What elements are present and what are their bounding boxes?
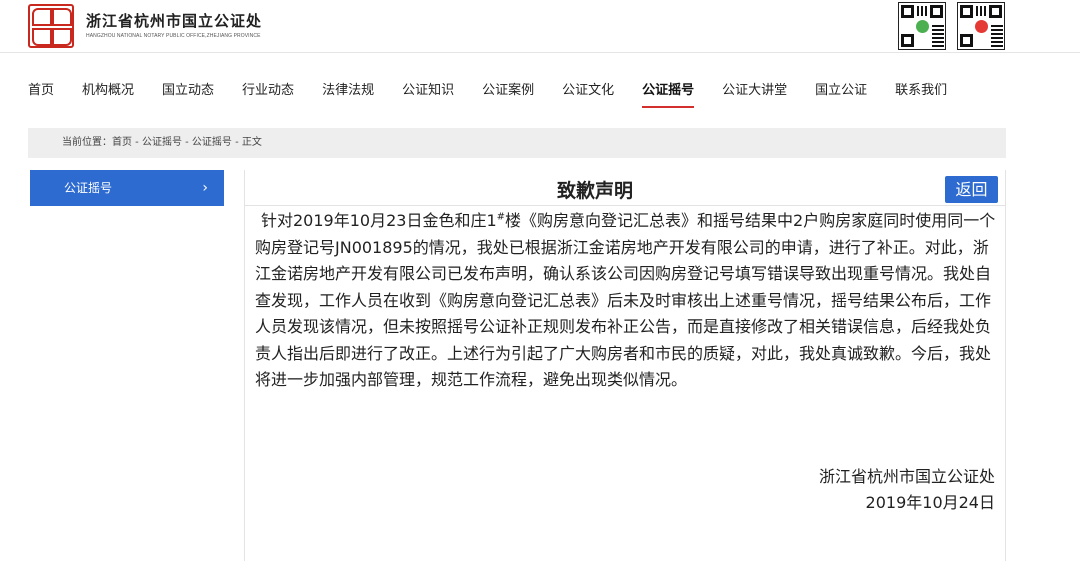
qr-finder <box>901 34 914 47</box>
seal-quadrant <box>52 8 72 26</box>
nav-item-knowledge[interactable]: 公证知识 <box>402 82 454 104</box>
sidebar-item-lottery[interactable]: 公证摇号 › <box>30 170 224 206</box>
site-name-english: HANGZHOU NATIONAL NOTARY PUBLIC OFFICE,Z… <box>86 33 261 39</box>
qr-modules <box>976 6 986 16</box>
nav-item-lecture[interactable]: 公证大讲堂 <box>722 82 787 104</box>
nav-item-news[interactable]: 国立动态 <box>162 82 214 104</box>
site-name: 浙江省杭州市国立公证处 <box>86 12 263 30</box>
signature-org: 浙江省杭州市国立公证处 <box>818 467 995 486</box>
nav-item-cases[interactable]: 公证案例 <box>482 82 534 104</box>
sidebar-item-label: 公证摇号 <box>64 181 113 195</box>
qr-modules <box>991 23 1003 47</box>
qr-finder <box>989 5 1002 18</box>
article-body: 针对2019年10月23日金色和庄1#楼《购房意向登记汇总表》和摇号结果中2户购… <box>255 208 997 394</box>
article-signature: 浙江省杭州市国立公证处 2019年10月24日 <box>819 464 995 516</box>
breadcrumb: 当前位置：首页 - 公证摇号 - 公证摇号 - 正文 <box>28 128 1006 158</box>
nav-item-about[interactable]: 机构概况 <box>82 82 134 104</box>
site-header: 浙江省杭州市国立公证处 HANGZHOU NATIONAL NOTARY PUB… <box>0 0 1080 52</box>
qr-modules <box>917 6 927 16</box>
nav-item-guoli-notary[interactable]: 国立公证 <box>815 82 867 104</box>
nav-item-industry-news[interactable]: 行业动态 <box>242 82 294 104</box>
qr-finder <box>960 34 973 47</box>
chevron-right-icon: › <box>202 180 208 196</box>
seal-quadrant <box>52 28 72 46</box>
qr-center-logo-icon <box>916 20 929 33</box>
seal-quadrant <box>32 8 52 26</box>
building-number-superscript: # <box>496 211 506 223</box>
signature-date: 2019年10月24日 <box>865 493 995 512</box>
article-title: 致歉声明 <box>556 180 633 202</box>
qr-modules <box>932 23 944 47</box>
qr-center-logo-icon <box>975 20 988 33</box>
nav-item-home[interactable]: 首页 <box>28 82 54 104</box>
header-divider <box>0 52 1080 53</box>
article-title-bar: 致歉声明 返回 <box>245 170 1005 206</box>
weibo-qr-code-icon <box>957 2 1005 50</box>
nav-item-contact[interactable]: 联系我们 <box>895 82 947 104</box>
article-body-part: 楼《购房意向登记汇总表》和摇号结果中2户购房家庭同时使用同一个购房登记号JN00… <box>255 211 996 389</box>
wechat-qr-code-icon <box>898 2 946 50</box>
qr-finder <box>930 5 943 18</box>
nav-item-lottery[interactable]: 公证摇号 <box>642 82 695 108</box>
seal-quadrant <box>32 28 52 46</box>
qr-finder <box>960 5 973 18</box>
article-body-part: 针对2019年10月23日金色和庄1 <box>261 211 497 230</box>
main-nav: 首页 机构概况 国立动态 行业动态 法律法规 公证知识 公证案例 公证文化 公证… <box>28 82 975 108</box>
back-button[interactable]: 返回 <box>945 176 998 203</box>
qr-finder <box>901 5 914 18</box>
nav-item-culture[interactable]: 公证文化 <box>562 82 614 104</box>
notary-seal-logo-icon[interactable] <box>28 4 74 48</box>
article-panel: 致歉声明 返回 针对2019年10月23日金色和庄1#楼《购房意向登记汇总表》和… <box>244 170 1006 561</box>
nav-item-laws[interactable]: 法律法规 <box>322 82 374 104</box>
